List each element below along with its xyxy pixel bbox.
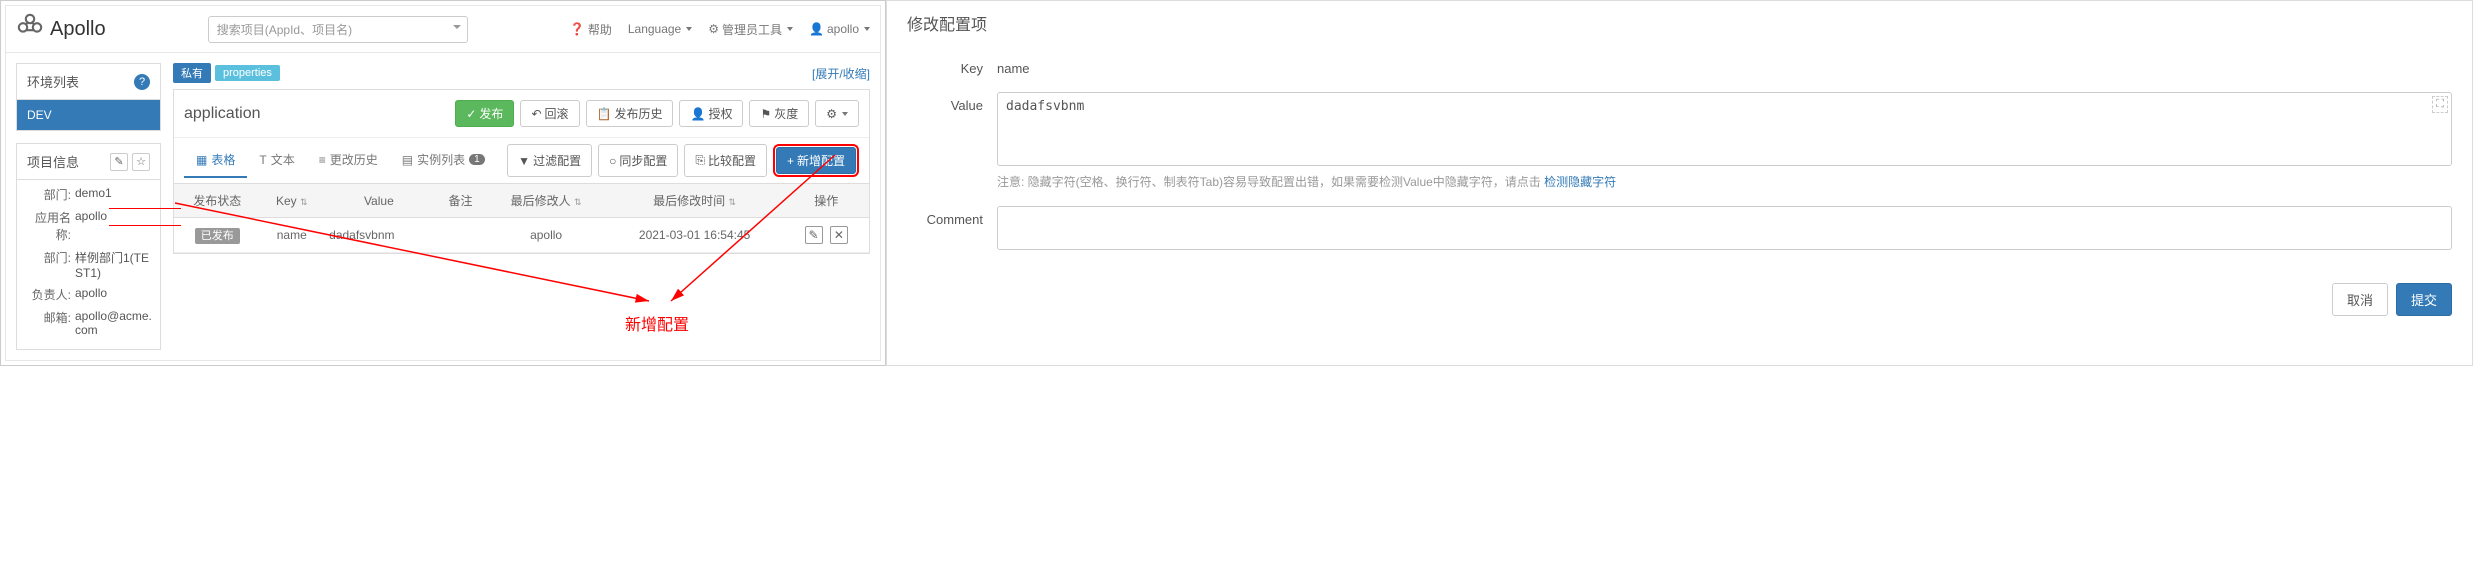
value-textarea[interactable] bbox=[997, 92, 2452, 166]
value-label: Value bbox=[907, 92, 997, 113]
edit-row-icon[interactable]: ✎ bbox=[805, 226, 823, 244]
apollo-logo-icon bbox=[16, 12, 44, 46]
project-info-panel: 项目信息 ✎ ☆ 部门:demo1 应用名称:apollo 部门:样例部门1(T… bbox=[16, 143, 161, 350]
chevron-down-icon bbox=[787, 27, 793, 31]
table-row: 已发布 name dadafsvbnm apollo 2021-03-01 16… bbox=[174, 218, 869, 253]
config-table: 发布状态 Key ⇅ Value 备注 最后修改人 ⇅ 最后修改时间 ⇅ 操作 bbox=[174, 184, 869, 253]
comment-label: Comment bbox=[907, 206, 997, 227]
badge-private: 私有 bbox=[173, 63, 211, 83]
sync-icon: ○ bbox=[609, 154, 616, 168]
status-badge: 已发布 bbox=[195, 228, 240, 244]
logo-text: Apollo bbox=[50, 18, 106, 41]
filter-button[interactable]: ▼过滤配置 bbox=[507, 144, 592, 177]
undo-icon: ↶ bbox=[531, 107, 541, 121]
env-panel: 环境列表 ? DEV bbox=[16, 63, 161, 131]
history-button[interactable]: 📋发布历史 bbox=[586, 100, 674, 127]
namespace-title: application bbox=[184, 105, 261, 123]
question-icon: ❓ bbox=[570, 22, 585, 36]
col-value: Value bbox=[323, 184, 434, 218]
list-icon: ≡ bbox=[319, 153, 326, 167]
delete-row-icon[interactable]: ✕ bbox=[830, 226, 848, 244]
col-ops: 操作 bbox=[784, 184, 870, 218]
gear-icon: ⚙ bbox=[826, 107, 837, 121]
help-link[interactable]: ❓帮助 bbox=[570, 21, 612, 38]
info-icon[interactable]: ? bbox=[134, 74, 150, 90]
history-icon: 📋 bbox=[597, 107, 612, 121]
tab-text[interactable]: T文本 bbox=[247, 143, 306, 178]
chevron-down-icon bbox=[864, 27, 870, 31]
user-icon: 👤 bbox=[690, 107, 705, 121]
star-icon[interactable]: ☆ bbox=[132, 153, 150, 171]
col-modified-time[interactable]: 最后修改时间 ⇅ bbox=[606, 184, 784, 218]
expand-icon[interactable]: ⛶ bbox=[2432, 96, 2448, 113]
filter-icon: ▼ bbox=[518, 154, 530, 168]
sort-icon: ⇅ bbox=[300, 197, 308, 207]
key-value: name bbox=[997, 55, 2452, 76]
release-button[interactable]: ✓发布 bbox=[455, 100, 514, 127]
col-modifier[interactable]: 最后修改人 ⇅ bbox=[486, 184, 605, 218]
auth-button[interactable]: 👤授权 bbox=[679, 100, 743, 127]
gray-button[interactable]: ⚑灰度 bbox=[749, 100, 809, 127]
settings-button[interactable]: ⚙ bbox=[815, 100, 859, 127]
project-info-title: 项目信息 bbox=[27, 152, 79, 171]
submit-button[interactable]: 提交 bbox=[2396, 283, 2452, 316]
comment-textarea[interactable] bbox=[997, 206, 2452, 250]
sort-icon: ⇅ bbox=[729, 197, 737, 207]
detect-hidden-link[interactable]: 检测隐藏字符 bbox=[1544, 175, 1616, 189]
text-icon: T bbox=[259, 153, 266, 167]
compare-button[interactable]: ⎘比较配置 bbox=[684, 144, 767, 177]
sync-button[interactable]: ○同步配置 bbox=[598, 144, 678, 177]
cancel-button[interactable]: 取消 bbox=[2332, 283, 2388, 316]
user-menu[interactable]: 👤apollo bbox=[809, 22, 870, 36]
chevron-down-icon bbox=[453, 25, 461, 29]
env-item-dev[interactable]: DEV bbox=[17, 100, 160, 130]
table-icon: ▦ bbox=[196, 153, 207, 167]
chevron-down-icon bbox=[686, 27, 692, 31]
flag-icon: ⚑ bbox=[760, 107, 771, 121]
user-icon: 👤 bbox=[809, 22, 824, 36]
compare-icon: ⎘ bbox=[695, 153, 705, 168]
env-panel-title: 环境列表 bbox=[27, 72, 79, 91]
edit-icon[interactable]: ✎ bbox=[110, 153, 128, 171]
tab-instances[interactable]: ▤实例列表1 bbox=[390, 143, 497, 178]
badge-properties: properties bbox=[215, 65, 280, 81]
admin-tools-menu[interactable]: ⚙管理员工具 bbox=[708, 21, 793, 38]
server-icon: ▤ bbox=[402, 153, 413, 167]
highlight-annotation: +新增配置 bbox=[773, 144, 859, 177]
col-status: 发布状态 bbox=[174, 184, 260, 218]
tab-change-history[interactable]: ≡更改历史 bbox=[307, 143, 390, 178]
rocket-icon: ✓ bbox=[466, 107, 476, 121]
plus-icon: + bbox=[787, 154, 794, 168]
key-label: Key bbox=[907, 55, 997, 76]
col-key[interactable]: Key ⇅ bbox=[260, 184, 323, 218]
col-remark: 备注 bbox=[435, 184, 487, 218]
chevron-down-icon bbox=[842, 112, 848, 116]
logo[interactable]: Apollo bbox=[16, 12, 106, 46]
gear-icon: ⚙ bbox=[708, 22, 719, 36]
expand-collapse-link[interactable]: [展开/收缩] bbox=[812, 65, 870, 82]
top-nav: Apollo 搜索项目(AppId、项目名) ❓帮助 Language ⚙管理员… bbox=[6, 6, 880, 53]
language-menu[interactable]: Language bbox=[628, 22, 692, 36]
hint-text: 注意: 隐藏字符(空格、换行符、制表符Tab)容易导致配置出错，如果需要检测Va… bbox=[997, 173, 2452, 190]
rollback-button[interactable]: ↶回滚 bbox=[520, 100, 579, 127]
modal-title: 修改配置项 bbox=[907, 11, 2452, 35]
tab-table[interactable]: ▦表格 bbox=[184, 143, 247, 178]
search-input[interactable]: 搜索项目(AppId、项目名) bbox=[208, 16, 468, 43]
add-config-button[interactable]: +新增配置 bbox=[776, 147, 856, 174]
sort-icon: ⇅ bbox=[574, 197, 582, 207]
